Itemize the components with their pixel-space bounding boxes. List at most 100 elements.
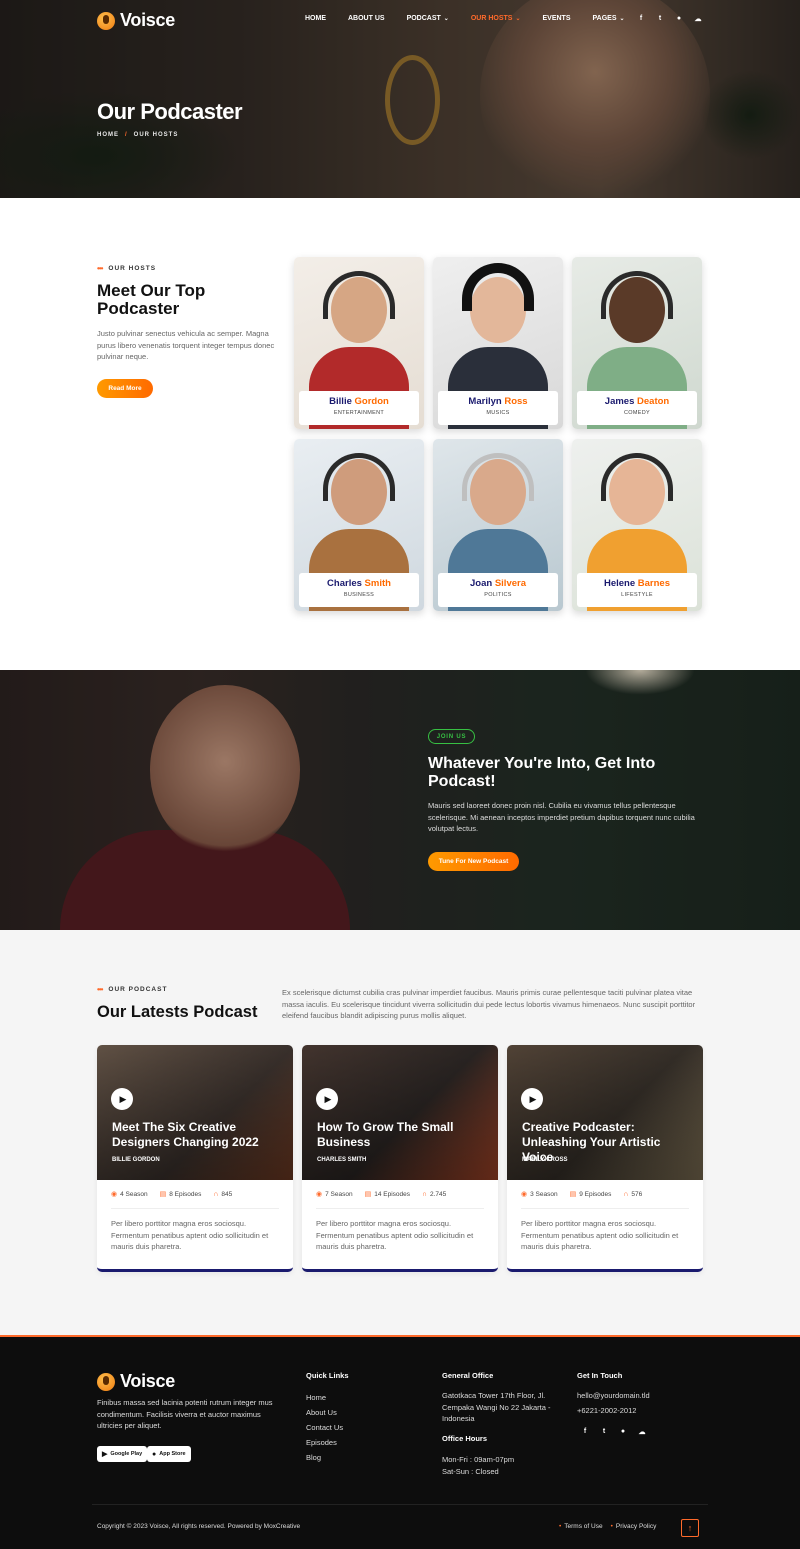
hosts-eyebrow: ••• OUR HOSTS <box>97 264 157 273</box>
nav-our-hosts[interactable]: OUR HOSTS ⌄ <box>471 15 521 22</box>
breadcrumb-separator: / <box>125 132 128 138</box>
logo[interactable]: Voisce <box>97 10 175 31</box>
footer-divider <box>92 1504 708 1505</box>
hours-weekday: Mon-Fri : 09am-07pm <box>442 1455 515 1464</box>
footer-socials: f t ● ☁ <box>580 1428 647 1436</box>
apple-icon: ● <box>152 1450 157 1458</box>
nav-home[interactable]: HOME <box>305 15 326 22</box>
back-to-top-button[interactable]: ↑ <box>681 1519 699 1537</box>
host-card[interactable]: James Deaton COMEDY <box>572 257 702 429</box>
podcast-description: Per libero porttitor magna eros sociosqu… <box>521 1219 679 1251</box>
podcast-author: MARILYN ROSS <box>522 1157 568 1163</box>
join-banner: JOIN US Whatever You're Into, Get Into P… <box>0 670 800 930</box>
play-button[interactable]: ▶ <box>111 1088 133 1110</box>
episodes-icon: ▤ <box>364 1191 372 1198</box>
podcast-title[interactable]: How To Grow The Small Business <box>317 1120 477 1150</box>
play-icon: ▶ <box>529 1093 537 1104</box>
headphones-icon: ∩ <box>213 1190 219 1198</box>
play-icon: ▶ <box>324 1093 332 1104</box>
join-badge: JOIN US <box>428 729 475 744</box>
chevron-down-icon: ⌄ <box>443 16 449 22</box>
contact-title: Get In Touch <box>577 1371 623 1380</box>
footer-link-episodes[interactable]: Episodes <box>306 1438 337 1447</box>
season-icon: ◉ <box>316 1191 323 1198</box>
host-card[interactable]: Helene Barnes LIFESTYLE <box>572 439 702 611</box>
podcast-card[interactable]: ▶ How To Grow The Small Business CHARLES… <box>302 1045 498 1272</box>
nav-podcast[interactable]: PODCAST ⌄ <box>407 15 449 22</box>
dots-icon: ••• <box>97 985 103 994</box>
logo-text: Voisce <box>120 10 175 30</box>
footer-link-home[interactable]: Home <box>306 1393 326 1402</box>
soundcloud-icon[interactable]: ☁ <box>637 1428 647 1436</box>
headphones-icon: ∩ <box>623 1190 629 1198</box>
privacy-link[interactable]: • Privacy Policy <box>611 1523 657 1530</box>
latest-eyebrow: ••• OUR PODCAST <box>97 985 168 994</box>
footer-link-contact[interactable]: Contact Us <box>306 1423 343 1432</box>
main-nav: Voisce HOME ABOUT US PODCAST ⌄ OUR HOSTS ⌄… <box>0 0 800 40</box>
read-more-button[interactable]: Read More <box>97 379 153 398</box>
podcast-stats: ◉ 3 Season ▤ 9 Episodes ∩ 576 <box>521 1190 643 1199</box>
podcast-card[interactable]: ▶ Meet The Six Creative Designers Changi… <box>97 1045 293 1272</box>
arrow-up-icon: ↑ <box>687 1523 693 1533</box>
host-card[interactable]: Charles Smith BUSINESS <box>294 439 424 611</box>
google-play-button[interactable]: ▶ Google Play <box>97 1446 148 1462</box>
hours-title: Office Hours <box>442 1434 488 1443</box>
hosts-section: ••• OUR HOSTS Meet Our Top Podcaster Jus… <box>0 198 800 670</box>
twitter-icon[interactable]: t <box>599 1428 609 1436</box>
nav-socials: f t ● ☁ <box>636 15 703 23</box>
app-store-button[interactable]: ● App Store <box>147 1446 191 1462</box>
play-button[interactable]: ▶ <box>521 1088 543 1110</box>
twitter-icon[interactable]: t <box>655 15 665 23</box>
host-label: James Deaton COMEDY <box>577 391 697 425</box>
host-role: BUSINESS <box>343 592 375 598</box>
hosts-description: Justo pulvinar senectus vehicula ac semp… <box>97 329 275 361</box>
footer-logo[interactable]: Voisce <box>97 1371 175 1392</box>
episodes-icon: ▤ <box>159 1191 167 1198</box>
podcast-title[interactable]: Meet The Six Creative Designers Changing… <box>112 1120 272 1150</box>
podcast-stats: ◉ 4 Season ▤ 8 Episodes ∩ 845 <box>111 1190 233 1199</box>
contact-phone[interactable]: +6221-2002-2012 <box>577 1405 636 1417</box>
footer-about: Finibus massa sed lacinia potenti rutrum… <box>97 1398 273 1430</box>
host-role: COMEDY <box>624 410 650 416</box>
soundcloud-icon[interactable]: ☁ <box>693 15 703 23</box>
footer-link-blog[interactable]: Blog <box>306 1453 321 1462</box>
tune-podcast-button[interactable]: Tune For New Podcast <box>428 852 519 871</box>
podcast-stats: ◉ 7 Season ▤ 14 Episodes ∩ 2.745 <box>316 1190 447 1199</box>
contact-email[interactable]: hello@yourdomain.tld <box>577 1390 650 1402</box>
breadcrumb-home[interactable]: HOME <box>97 132 119 138</box>
nav-events[interactable]: EVENTS <box>542 15 570 22</box>
terms-link[interactable]: • Terms of Use <box>559 1523 603 1530</box>
episodes-icon: ▤ <box>569 1191 577 1198</box>
dribbble-icon[interactable]: ● <box>674 15 684 23</box>
dots-icon: ••• <box>97 264 103 273</box>
latest-title: Our Latests Podcast <box>97 1003 258 1021</box>
nav-pages[interactable]: PAGES ⌄ <box>593 15 625 22</box>
host-card[interactable]: Billie Gordon ENTERTAINMENT <box>294 257 424 429</box>
host-card[interactable]: Marilyn Ross MUSICS <box>433 257 563 429</box>
host-label: Helene Barnes LIFESTYLE <box>577 573 697 607</box>
podcast-thumbnail: ▶ How To Grow The Small Business CHARLES… <box>302 1045 498 1180</box>
nav-about-us[interactable]: ABOUT US <box>348 15 385 22</box>
host-label: Joan Silvera POLITICS <box>438 573 558 607</box>
podcast-thumbnail: ▶ Creative Podcaster: Unleashing Your Ar… <box>507 1045 703 1180</box>
play-icon: ▶ <box>119 1093 127 1104</box>
facebook-icon[interactable]: f <box>636 15 646 23</box>
breadcrumb-current: OUR HOSTS <box>133 132 179 138</box>
join-description: Mauris sed laoreet donec proin nisl. Cub… <box>428 801 695 833</box>
podcast-card[interactable]: ▶ Creative Podcaster: Unleashing Your Ar… <box>507 1045 703 1272</box>
chevron-down-icon: ⌄ <box>619 16 625 22</box>
microphone-logo-icon <box>97 11 115 30</box>
footer-link-about[interactable]: About Us <box>306 1408 337 1417</box>
page-title: Our Podcaster <box>97 99 243 124</box>
podcast-description: Per libero porttitor magna eros sociosqu… <box>316 1219 474 1251</box>
facebook-icon[interactable]: f <box>580 1428 590 1436</box>
play-button[interactable]: ▶ <box>316 1088 338 1110</box>
host-label: Billie Gordon ENTERTAINMENT <box>299 391 419 425</box>
dribbble-icon[interactable]: ● <box>618 1428 628 1436</box>
quick-links-title: Quick Links <box>306 1371 349 1380</box>
quick-links: Home About Us Contact Us Episodes Blog <box>306 1390 343 1465</box>
host-card[interactable]: Joan Silvera POLITICS <box>433 439 563 611</box>
join-title: Whatever You're Into, Get Into Podcast! <box>428 755 656 790</box>
season-icon: ◉ <box>521 1191 528 1198</box>
host-role: LIFESTYLE <box>621 592 653 598</box>
